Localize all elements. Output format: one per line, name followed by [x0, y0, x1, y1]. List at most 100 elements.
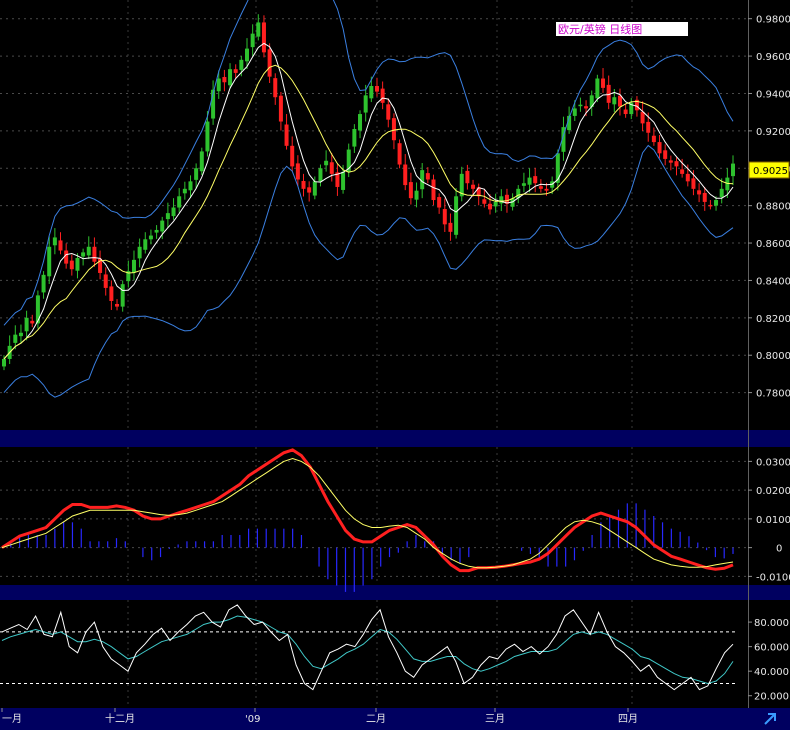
y-tick-label: 0.0100 — [756, 515, 790, 526]
candle-body — [482, 199, 487, 204]
y-tick-label: 0.0300 — [756, 457, 790, 468]
candle-body — [572, 108, 577, 116]
candle-body — [103, 274, 108, 288]
y-tick-label: 80.000 — [754, 618, 789, 629]
candle-body — [680, 169, 685, 174]
candle-body — [386, 104, 391, 120]
candle-body — [374, 86, 379, 92]
candle-body — [702, 192, 707, 202]
candle-body — [41, 274, 46, 293]
chart-title: 欧元/英镑 日线图 — [558, 22, 642, 36]
candle-body — [403, 164, 408, 186]
candle-body — [324, 160, 329, 166]
candle-body — [137, 246, 142, 259]
candle-body — [245, 48, 249, 62]
candle-body — [391, 118, 396, 141]
candle-body — [414, 190, 419, 200]
candle-body — [278, 95, 283, 122]
last-price-marker: 0.9025 — [748, 161, 790, 179]
y-tick-label: 20.000 — [754, 692, 789, 703]
candle-body — [307, 187, 312, 193]
candle-body — [538, 186, 543, 189]
candle-body — [437, 197, 442, 208]
candle-body — [199, 151, 204, 172]
candle-body — [250, 33, 255, 48]
candle-body — [623, 109, 628, 115]
candle-body — [35, 295, 40, 324]
x-tick-label: 二月 — [366, 713, 386, 725]
chart-tool-icon[interactable] — [760, 711, 788, 728]
candle-body — [171, 207, 176, 217]
candle-body — [109, 286, 114, 301]
candle-body — [81, 252, 86, 257]
x-tick-label: '09 — [245, 714, 260, 725]
candle-body — [312, 181, 317, 196]
candle-body — [261, 22, 266, 53]
candle-body — [521, 183, 526, 186]
candle-body — [657, 142, 662, 154]
candle-body — [160, 220, 165, 232]
candle-body — [471, 184, 476, 189]
candle-body — [58, 240, 63, 251]
pane-separator — [0, 585, 790, 600]
candle-body — [397, 143, 402, 165]
candle-body — [369, 86, 374, 99]
candle-body — [617, 95, 622, 107]
candle-body — [267, 49, 272, 77]
candle-body — [488, 203, 492, 210]
candle-body — [188, 181, 193, 191]
candle-body — [640, 111, 645, 124]
y-tick-label: 0.8800 — [756, 202, 790, 213]
candle-body — [731, 163, 735, 177]
candle-body — [131, 259, 136, 273]
candle-body — [182, 188, 187, 194]
candle-body — [239, 59, 244, 70]
candle-body — [533, 176, 538, 184]
candle-body — [663, 150, 668, 159]
candle-body — [284, 124, 289, 146]
pane-separator — [0, 430, 790, 447]
candle-body — [75, 258, 80, 271]
candle-body — [92, 246, 97, 262]
candle-body — [115, 303, 120, 307]
y-tick-label: 0.8400 — [756, 276, 790, 287]
candle-body — [595, 78, 600, 99]
candle-body — [697, 190, 702, 195]
candle-body — [719, 188, 724, 198]
candle-body — [527, 177, 532, 185]
candle-body — [714, 200, 719, 206]
candle-body — [52, 237, 57, 246]
candle-body — [493, 201, 498, 207]
candle-body — [148, 235, 153, 240]
candle-body — [205, 121, 210, 152]
y-tick-label: 40.000 — [754, 667, 789, 678]
candle-body — [177, 196, 182, 208]
candle-body — [24, 317, 29, 332]
candle-body — [13, 334, 18, 343]
candle-body — [18, 332, 23, 337]
candle-body — [273, 78, 278, 98]
candle-body — [165, 213, 170, 220]
candle-body — [329, 162, 334, 174]
candle-body — [448, 222, 453, 232]
candle-body — [612, 97, 617, 105]
candle-body — [222, 77, 227, 83]
y-tick-label: 0.9600 — [756, 52, 790, 63]
candle-body — [120, 284, 125, 307]
candle-body — [408, 182, 413, 199]
candle-body — [601, 78, 606, 88]
y-tick-label: 0.9400 — [756, 89, 790, 100]
y-tick-label: -0.0100 — [756, 572, 790, 583]
candle-body — [465, 170, 470, 184]
candle-body — [363, 95, 368, 113]
x-tick-label: 一月 — [2, 713, 22, 725]
last-price-label: 0.9025 — [753, 166, 788, 177]
candle-body — [352, 129, 357, 147]
candle-body — [431, 179, 436, 201]
candle-body — [30, 320, 35, 324]
x-tick-label: 三月 — [485, 713, 505, 725]
candle-body — [64, 250, 69, 264]
candle-body — [290, 145, 295, 167]
candle-body — [544, 188, 549, 191]
y-tick-label: 0.8000 — [756, 351, 790, 362]
